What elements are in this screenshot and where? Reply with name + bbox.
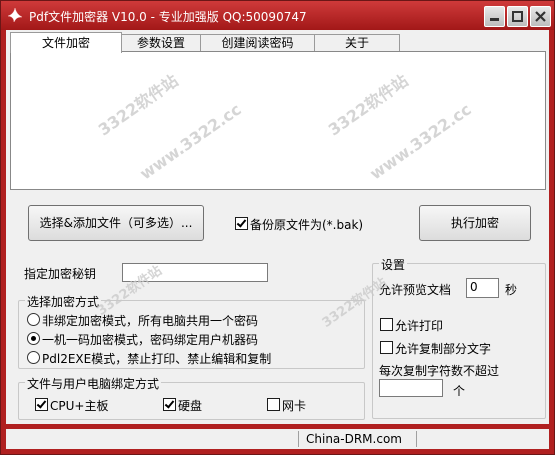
bind-cpu-checkbox[interactable] xyxy=(35,398,48,411)
preview-unit: 秒 xyxy=(505,283,518,297)
mode-radio-exe[interactable] xyxy=(27,351,40,364)
encrypt-button[interactable]: 执行加密 xyxy=(419,205,531,241)
status-divider xyxy=(298,431,299,447)
tab-file-encrypt[interactable]: 文件加密 xyxy=(10,32,122,53)
maximize-button[interactable] xyxy=(507,6,528,27)
mode-label-machine: 一机一码加密模式，密码绑定用户机器码 xyxy=(42,333,259,347)
mode-label-unbound: 非绑定加密模式，所有电脑共用一个密码 xyxy=(42,314,259,328)
client-area: 文件加密 参数设置 创建阅读密码 关于 3322软件站 www.3322.cc … xyxy=(6,30,549,424)
copy-limit-input[interactable] xyxy=(379,379,443,397)
bind-nic-label: 网卡 xyxy=(282,399,307,413)
copy-limit-unit: 个 xyxy=(453,384,466,398)
bind-disk-label: 硬盘 xyxy=(178,399,203,413)
app-window: Pdf文件加密器 V10.0 - 专业加强版 QQ:50090747 文件加密 … xyxy=(0,0,555,455)
allow-copy-checkbox[interactable] xyxy=(380,341,393,354)
allow-print-checkbox[interactable] xyxy=(380,318,393,331)
bind-disk-checkbox[interactable] xyxy=(163,398,176,411)
file-list-area[interactable]: 3322软件站 www.3322.cc 3322软件站 www.3322.cc xyxy=(10,51,546,190)
pdf-app-icon xyxy=(7,7,23,23)
status-divider xyxy=(416,431,417,447)
bind-group-title: 文件与用户电脑绑定方式 xyxy=(25,375,162,392)
bind-cpu-label: CPU+主板 xyxy=(50,399,109,413)
close-icon xyxy=(535,11,546,22)
window-title: Pdf文件加密器 V10.0 - 专业加强版 QQ:50090747 xyxy=(29,10,307,24)
mode-group-title: 选择加密方式 xyxy=(25,293,102,310)
watermark-site-name: 3322软件站 xyxy=(94,70,182,140)
tab-params[interactable]: 参数设置 xyxy=(121,34,201,51)
select-files-button[interactable]: 选择&添加文件（可多选）... xyxy=(28,205,204,241)
watermark-url: www.3322.cc xyxy=(136,99,245,184)
status-text: China-DRM.com xyxy=(306,432,402,446)
title-bar[interactable]: Pdf文件加密器 V10.0 - 专业加强版 QQ:50090747 xyxy=(1,1,554,30)
backup-checkbox[interactable] xyxy=(235,217,248,230)
preview-seconds-input[interactable]: 0 xyxy=(466,278,499,298)
maximize-icon xyxy=(512,11,523,22)
watermark-url: www.3322.cc xyxy=(366,99,475,184)
allow-print-label: 允许打印 xyxy=(395,319,444,333)
minimize-button[interactable] xyxy=(484,6,505,27)
tab-about[interactable]: 关于 xyxy=(314,34,400,51)
settings-group-title: 设置 xyxy=(379,256,408,273)
tab-strip: 文件加密 参数设置 创建阅读密码 关于 xyxy=(10,32,450,53)
mode-label-exe: Pdl2EXE模式，禁止打印、禁止编辑和复制 xyxy=(42,352,272,366)
allow-copy-label: 允许复制部分文字 xyxy=(395,342,492,356)
watermark-site-name: 3322软件站 xyxy=(324,70,412,140)
status-bar: China-DRM.com xyxy=(6,429,549,449)
mode-radio-unbound[interactable] xyxy=(27,313,40,326)
copy-limit-label: 每次复制字符数不超过 xyxy=(379,364,500,378)
minimize-icon xyxy=(490,18,499,21)
key-label: 指定加密秘钥 xyxy=(24,267,97,281)
mode-radio-machine[interactable] xyxy=(27,332,40,345)
close-button[interactable] xyxy=(530,6,551,27)
bind-nic-checkbox[interactable] xyxy=(267,398,280,411)
backup-checkbox-label: 备份原文件为(*.bak) xyxy=(250,218,364,232)
preview-label: 允许预览文档 xyxy=(379,283,452,297)
tab-create-password[interactable]: 创建阅读密码 xyxy=(200,34,315,51)
